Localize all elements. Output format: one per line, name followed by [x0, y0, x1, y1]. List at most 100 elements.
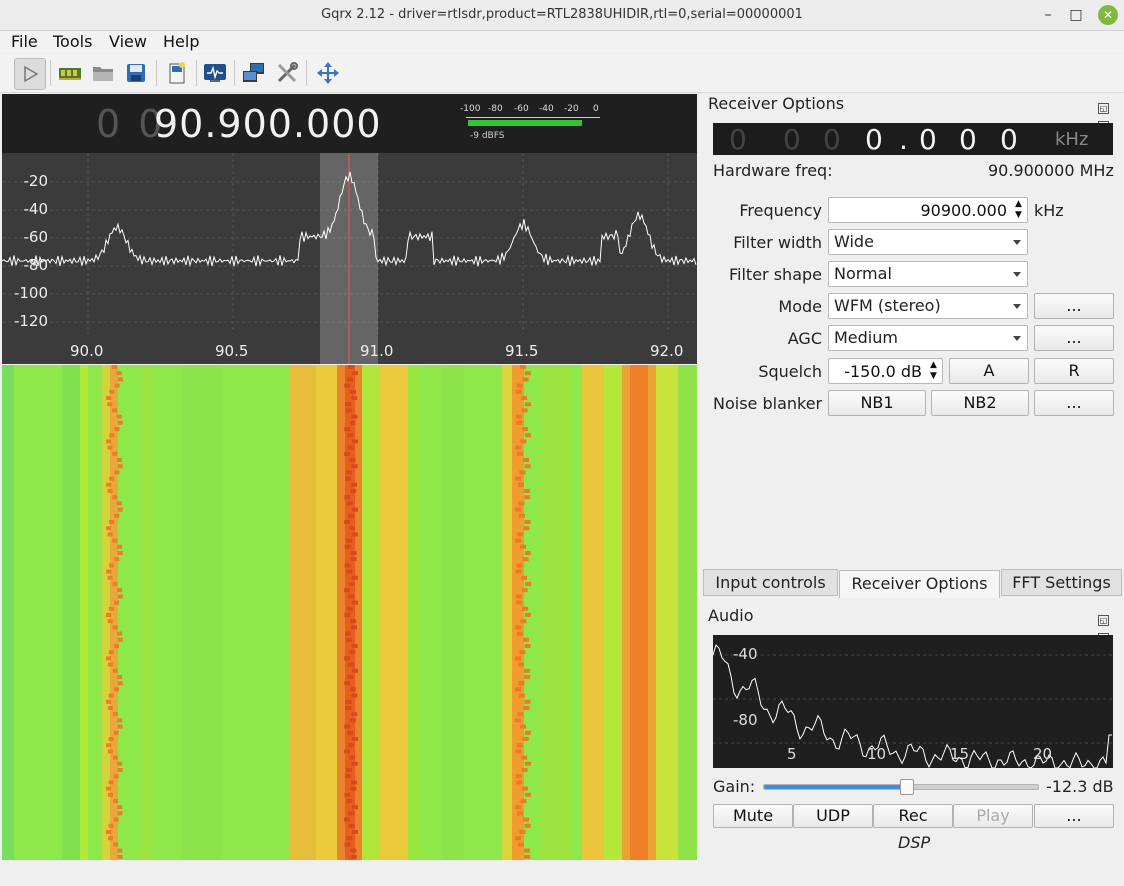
hardware-icon[interactable]	[55, 58, 85, 88]
udp-button[interactable]: UDP	[793, 804, 873, 828]
waterfall-band	[345, 365, 355, 860]
waterfall-speckle	[515, 774, 522, 779]
toolbar-separator	[50, 60, 51, 86]
waterfall-display[interactable]	[2, 365, 697, 860]
waterfall-speckle	[108, 650, 114, 655]
frequency-value: 90900.000	[920, 201, 1007, 220]
chevron-down-icon	[1013, 304, 1021, 309]
lcd-digit[interactable]: 0	[783, 123, 801, 156]
bookmark-icon[interactable]	[162, 58, 192, 88]
dock-buttons[interactable]: ◱✕	[1096, 97, 1120, 132]
mode-options-button[interactable]: ...	[1034, 293, 1114, 319]
waterfall-speckle	[117, 631, 123, 636]
waterfall-speckle	[117, 594, 123, 599]
squelch-reset-button[interactable]: R	[1034, 358, 1114, 384]
filter-shape-select[interactable]: Normal	[828, 261, 1028, 287]
offset-frequency-lcd[interactable]: 0 0 0 0 . 0 0 0 kHz	[713, 123, 1113, 156]
spin-up-icon[interactable]: ▲	[1015, 199, 1025, 209]
record-button[interactable]: Rec	[873, 804, 953, 828]
waterfall-band	[110, 365, 118, 860]
tab-fft-settings[interactable]: FFT Settings	[1001, 569, 1122, 596]
noise-blanker-options-button[interactable]: ...	[1034, 390, 1114, 416]
lcd-digit[interactable]: 0	[823, 123, 841, 156]
waterfall-speckle	[344, 451, 351, 456]
play-icon[interactable]	[14, 58, 46, 90]
float-icon[interactable]: ◱	[1098, 615, 1109, 626]
waterfall-speckle	[346, 377, 353, 382]
nb2-button[interactable]: NB2	[931, 390, 1029, 416]
waterfall-speckle	[516, 631, 523, 636]
open-folder-icon[interactable]	[88, 58, 118, 88]
waterfall-speckle	[345, 706, 352, 710]
waterfall-speckle	[107, 445, 113, 450]
gain-slider-handle[interactable]	[900, 779, 915, 795]
minimize-button[interactable]: –	[1038, 5, 1058, 25]
waterfall-speckle	[524, 464, 531, 469]
dock-buttons[interactable]: ◱✕	[1096, 609, 1120, 644]
waterfall-speckle	[114, 644, 120, 648]
display-icon[interactable]	[200, 58, 230, 88]
lcd-digit[interactable]: 0	[959, 123, 977, 156]
agc-options-button[interactable]: ...	[1034, 325, 1114, 351]
spin-down-icon[interactable]: ▼	[930, 371, 940, 381]
waterfall-speckle	[106, 786, 112, 791]
squelch-field[interactable]: -150.0 dB ▲ ▼	[828, 358, 943, 384]
waterfall-speckle	[351, 830, 358, 834]
agc-select[interactable]: Medium	[828, 325, 1028, 351]
filter-width-select[interactable]: Wide	[828, 229, 1028, 255]
menu-file[interactable]: File	[11, 32, 38, 51]
lcd-digit[interactable]: 0	[729, 123, 747, 156]
meter-tick: 0	[593, 104, 599, 114]
waterfall-speckle	[117, 761, 123, 766]
waterfall-speckle	[346, 606, 353, 611]
spin-down-icon[interactable]: ▼	[1015, 210, 1025, 220]
save-icon[interactable]	[121, 58, 151, 88]
spin-up-icon[interactable]: ▲	[930, 360, 940, 370]
lcd-digit[interactable]: 0	[1000, 123, 1018, 156]
waterfall-speckle	[106, 743, 112, 748]
lcd-digit[interactable]: 0	[865, 123, 883, 156]
lcd-digit[interactable]: 0	[919, 123, 937, 156]
menu-view[interactable]: View	[109, 32, 147, 51]
waterfall-speckle	[108, 836, 114, 841]
maximize-button[interactable]: □	[1066, 5, 1086, 25]
spectrum-plot[interactable]: 0 0 90.900.000 -100 -80 -60 -40 -20 0 -9…	[2, 94, 697, 364]
squelch-auto-button[interactable]: A	[949, 358, 1029, 384]
fit-icon[interactable]	[313, 58, 343, 88]
waterfall-speckle	[116, 371, 122, 376]
close-button[interactable]: ✕	[1098, 5, 1118, 25]
waterfall-speckle	[523, 668, 530, 673]
x-tick-label: 91.5	[505, 342, 539, 360]
mute-button[interactable]: Mute	[713, 804, 793, 828]
audio-options-button[interactable]: ...	[1034, 804, 1114, 828]
frequency-field[interactable]: 90900.000 ▲ ▼	[828, 197, 1028, 223]
waterfall-speckle	[117, 848, 123, 853]
waterfall-speckle	[515, 594, 522, 599]
waterfall-speckle	[344, 563, 351, 568]
menu-tools[interactable]: Tools	[53, 32, 92, 51]
waterfall-speckle	[344, 792, 351, 797]
tab-input-controls[interactable]: Input controls	[703, 569, 838, 596]
waterfall-speckle	[517, 532, 524, 537]
network-icon[interactable]	[239, 58, 269, 88]
float-icon[interactable]: ◱	[1098, 103, 1109, 114]
y-tick-label: -120	[13, 312, 48, 330]
waterfall-speckle	[109, 476, 115, 481]
gain-slider[interactable]	[763, 779, 1039, 795]
center-frequency-readout[interactable]: 90.900.000	[154, 102, 382, 146]
waterfall-speckle	[116, 501, 122, 506]
waterfall-speckle	[109, 520, 115, 524]
tools-icon[interactable]	[272, 58, 302, 88]
waterfall-speckle	[524, 823, 531, 828]
waterfall-speckle	[114, 513, 120, 518]
mode-select[interactable]: WFM (stereo)	[828, 293, 1028, 319]
play-button[interactable]: Play	[953, 804, 1033, 828]
waterfall-speckle	[350, 848, 357, 853]
waterfall-speckle	[517, 712, 524, 717]
audio-trace	[713, 644, 1112, 768]
waterfall-speckle	[516, 563, 523, 568]
waterfall-speckle	[520, 724, 527, 729]
tab-receiver-options[interactable]: Receiver Options	[839, 570, 1000, 598]
nb1-button[interactable]: NB1	[828, 390, 926, 416]
menu-help[interactable]: Help	[163, 32, 199, 51]
